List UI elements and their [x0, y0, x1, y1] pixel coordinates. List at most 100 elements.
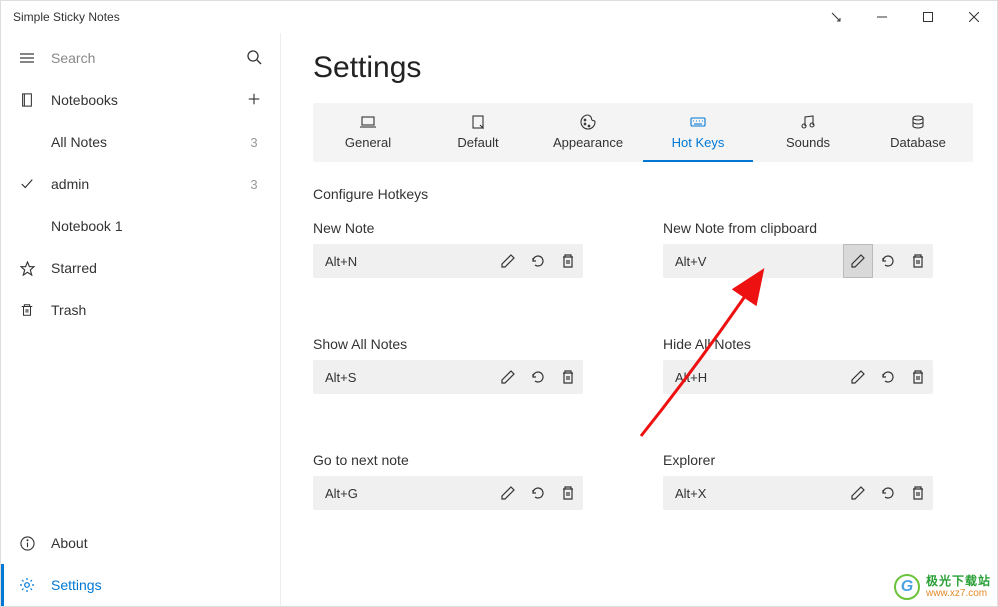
hotkey-label: New Note [313, 220, 583, 236]
hotkey-explorer: Explorer Alt+X [663, 452, 933, 510]
hotkey-next-note: Go to next note Alt+G [313, 452, 583, 510]
watermark-logo: G [894, 574, 920, 600]
delete-icon[interactable] [553, 244, 583, 278]
sidebar-item-about[interactable]: About [1, 522, 280, 564]
search-row[interactable]: Search [1, 37, 280, 79]
hotkeys-grid: New Note Alt+N New Note from clipboard A… [313, 220, 933, 510]
hotkey-hide-all: Hide All Notes Alt+H [663, 336, 933, 394]
palette-icon [579, 113, 597, 131]
trash-label: Trash [51, 302, 264, 318]
hotkey-value: Alt+H [663, 370, 843, 385]
delete-icon[interactable] [903, 360, 933, 394]
watermark-line2: www.xz7.com [926, 588, 991, 599]
hotkey-row: Alt+H [663, 360, 933, 394]
tab-sounds[interactable]: Sounds [753, 103, 863, 162]
hotkey-value: Alt+V [663, 254, 843, 269]
edit-icon[interactable] [843, 476, 873, 510]
reset-icon[interactable] [873, 360, 903, 394]
info-icon [17, 536, 37, 551]
notebook-icon [17, 93, 37, 107]
star-icon [17, 261, 37, 276]
search-icon[interactable] [244, 49, 264, 68]
hotkey-row: Alt+S [313, 360, 583, 394]
hotkey-new-note-clipboard: New Note from clipboard Alt+V [663, 220, 933, 278]
add-notebook-icon[interactable] [244, 92, 264, 109]
delete-icon[interactable] [903, 476, 933, 510]
reset-icon[interactable] [523, 476, 553, 510]
sidebar-item-all-notes[interactable]: All Notes 3 [1, 121, 280, 163]
edit-icon[interactable] [843, 360, 873, 394]
tab-default[interactable]: Default [423, 103, 533, 162]
minimize-button[interactable] [859, 1, 905, 33]
hotkey-value: Alt+G [313, 486, 493, 501]
hotkey-value: Alt+S [313, 370, 493, 385]
page-title: Settings [313, 51, 973, 85]
hotkey-show-all: Show All Notes Alt+S [313, 336, 583, 394]
sidebar-item-starred[interactable]: Starred [1, 247, 280, 289]
sidebar-item-notebooks[interactable]: Notebooks [1, 79, 280, 121]
close-button[interactable] [951, 1, 997, 33]
gear-icon [17, 577, 37, 593]
hotkey-label: Go to next note [313, 452, 583, 468]
tab-label: Appearance [553, 135, 623, 150]
watermark-line1: 极光下载站 [926, 575, 991, 588]
search-placeholder: Search [51, 50, 244, 66]
hotkey-label: Hide All Notes [663, 336, 933, 352]
hamburger-icon[interactable] [17, 50, 37, 66]
tab-database[interactable]: Database [863, 103, 973, 162]
edit-icon[interactable] [493, 360, 523, 394]
settings-label: Settings [51, 577, 264, 593]
delete-icon[interactable] [553, 476, 583, 510]
note-icon [469, 113, 487, 131]
check-icon [17, 177, 37, 191]
tab-appearance[interactable]: Appearance [533, 103, 643, 162]
hotkey-value: Alt+N [313, 254, 493, 269]
edit-icon[interactable] [843, 244, 873, 278]
tab-label: Database [890, 135, 946, 150]
section-label: Configure Hotkeys [313, 186, 973, 202]
sidebar-item-notebook1[interactable]: Notebook 1 [1, 205, 280, 247]
window-title: Simple Sticky Notes [13, 10, 120, 24]
reset-icon[interactable] [523, 360, 553, 394]
all-notes-count: 3 [244, 135, 264, 150]
reset-icon[interactable] [523, 244, 553, 278]
reset-icon[interactable] [873, 476, 903, 510]
delete-icon[interactable] [553, 360, 583, 394]
delete-icon[interactable] [903, 244, 933, 278]
edit-icon[interactable] [493, 244, 523, 278]
reset-icon[interactable] [873, 244, 903, 278]
database-icon [909, 113, 927, 131]
maximize-button[interactable] [905, 1, 951, 33]
about-label: About [51, 535, 264, 551]
tab-label: General [345, 135, 391, 150]
starred-label: Starred [51, 260, 264, 276]
hotkey-row: Alt+G [313, 476, 583, 510]
notebooks-label: Notebooks [51, 92, 244, 108]
hotkey-new-note: New Note Alt+N [313, 220, 583, 278]
titlebar: Simple Sticky Notes [1, 1, 997, 33]
sidebar: Search Notebooks All Notes 3 admin 3 [1, 33, 281, 606]
hotkey-label: Show All Notes [313, 336, 583, 352]
notebook1-label: Notebook 1 [51, 218, 244, 234]
tab-hotkeys[interactable]: Hot Keys [643, 103, 753, 162]
watermark: G 极光下载站 www.xz7.com [894, 574, 991, 600]
hotkey-label: Explorer [663, 452, 933, 468]
keyboard-icon [689, 113, 707, 131]
sidebar-item-admin[interactable]: admin 3 [1, 163, 280, 205]
hotkey-row: Alt+N [313, 244, 583, 278]
laptop-icon [359, 113, 377, 131]
hotkey-value: Alt+X [663, 486, 843, 501]
main-content: Settings General Default Appearance Hot … [281, 33, 997, 606]
tab-general[interactable]: General [313, 103, 423, 162]
tab-label: Hot Keys [672, 135, 725, 150]
hotkey-row: Alt+X [663, 476, 933, 510]
sidebar-item-trash[interactable]: Trash [1, 289, 280, 331]
admin-label: admin [51, 176, 244, 192]
admin-count: 3 [244, 177, 264, 192]
tab-label: Sounds [786, 135, 830, 150]
sidebar-item-settings[interactable]: Settings [1, 564, 280, 606]
window-controls [813, 1, 997, 33]
diagonal-arrow-icon[interactable] [813, 1, 859, 33]
music-icon [799, 113, 817, 131]
edit-icon[interactable] [493, 476, 523, 510]
